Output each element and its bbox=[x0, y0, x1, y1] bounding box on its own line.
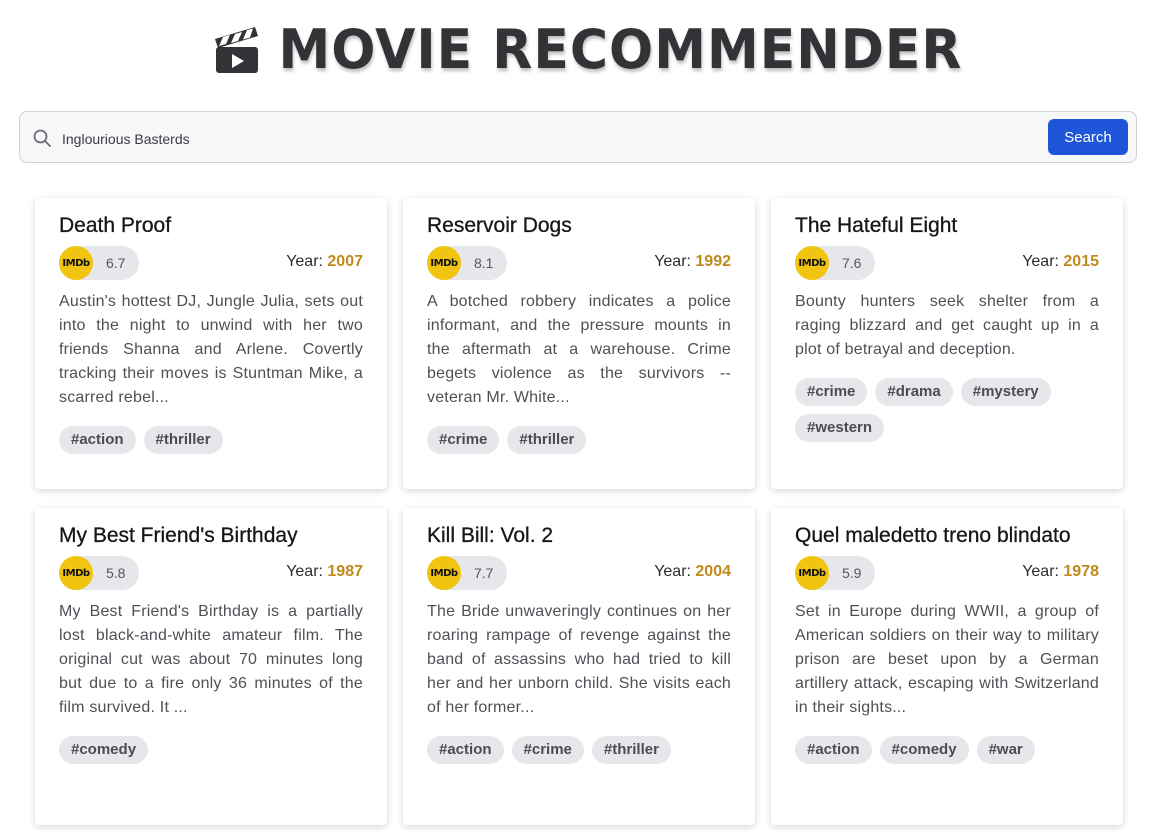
movie-card[interactable]: Quel maledetto treno blindato IMDb 5.9 Y… bbox=[771, 508, 1123, 825]
genre-tag[interactable]: #thriller bbox=[143, 426, 223, 454]
genre-tag[interactable]: #western bbox=[795, 414, 885, 442]
rating-badge: IMDb 6.7 bbox=[59, 246, 139, 280]
tag-list: #crime #thriller bbox=[427, 426, 731, 454]
year-prefix: Year: bbox=[654, 253, 696, 270]
movie-meta: IMDb 5.8 Year: 1987 bbox=[59, 556, 363, 590]
rating-value: 7.7 bbox=[474, 565, 494, 581]
year-value: 1992 bbox=[695, 253, 731, 270]
tag-list: #action #crime #thriller bbox=[427, 736, 731, 764]
rating-badge: IMDb 5.8 bbox=[59, 556, 139, 590]
genre-tag[interactable]: #drama bbox=[875, 378, 953, 406]
year-label: Year: 1978 bbox=[1022, 563, 1099, 581]
year-value: 2007 bbox=[327, 253, 363, 270]
year-prefix: Year: bbox=[654, 563, 696, 580]
movie-card[interactable]: Reservoir Dogs IMDb 8.1 Year: 1992 A bot… bbox=[403, 198, 755, 489]
year-prefix: Year: bbox=[1022, 253, 1064, 270]
year-value: 2015 bbox=[1063, 253, 1099, 270]
search-button[interactable]: Search bbox=[1048, 119, 1128, 155]
movie-card[interactable]: The Hateful Eight IMDb 7.6 Year: 2015 Bo… bbox=[771, 198, 1123, 489]
year-label: Year: 1987 bbox=[286, 563, 363, 581]
genre-tag[interactable]: #comedy bbox=[59, 736, 149, 764]
movie-description: Austin's hottest DJ, Jungle Julia, sets … bbox=[59, 293, 363, 406]
genre-tag[interactable]: #war bbox=[976, 736, 1035, 764]
app-header: MOVIE RECOMMENDER bbox=[0, 18, 1175, 82]
year-label: Year: 2015 bbox=[1022, 253, 1099, 271]
clapperboard-icon bbox=[214, 27, 258, 73]
year-value: 1987 bbox=[327, 563, 363, 580]
movie-description: The Bride unwaveringly continues on her … bbox=[427, 603, 731, 716]
rating-badge: IMDb 8.1 bbox=[427, 246, 507, 280]
genre-tag[interactable]: #action bbox=[795, 736, 872, 764]
imdb-icon: IMDb bbox=[795, 246, 829, 280]
rating-badge: IMDb 7.7 bbox=[427, 556, 507, 590]
imdb-icon: IMDb bbox=[427, 556, 461, 590]
search-input[interactable] bbox=[60, 122, 1024, 156]
movie-meta: IMDb 5.9 Year: 1978 bbox=[795, 556, 1099, 590]
year-label: Year: 2004 bbox=[654, 563, 731, 581]
search-icon bbox=[33, 129, 51, 147]
movie-description: Set in Europe during WWII, a group of Am… bbox=[795, 603, 1099, 716]
movie-title: Reservoir Dogs bbox=[427, 214, 572, 237]
movie-title: Quel maledetto treno blindato bbox=[795, 524, 1071, 547]
year-prefix: Year: bbox=[1022, 563, 1064, 580]
movie-card[interactable]: Kill Bill: Vol. 2 IMDb 7.7 Year: 2004 Th… bbox=[403, 508, 755, 825]
tag-list: #crime #drama #mystery #western bbox=[795, 378, 1099, 442]
genre-tag[interactable]: #comedy bbox=[879, 736, 969, 764]
rating-value: 5.8 bbox=[106, 565, 126, 581]
imdb-icon: IMDb bbox=[427, 246, 461, 280]
app-title: MOVIE RECOMMENDER bbox=[278, 18, 963, 82]
year-prefix: Year: bbox=[286, 563, 328, 580]
genre-tag[interactable]: #crime bbox=[795, 378, 868, 406]
tag-list: #comedy bbox=[59, 736, 363, 764]
genre-tag[interactable]: #action bbox=[59, 426, 136, 454]
tag-list: #action #thriller bbox=[59, 426, 363, 454]
movie-description: My Best Friend's Birthday is a partially… bbox=[59, 603, 363, 716]
year-label: Year: 1992 bbox=[654, 253, 731, 271]
year-prefix: Year: bbox=[286, 253, 328, 270]
year-label: Year: 2007 bbox=[286, 253, 363, 271]
rating-badge: IMDb 7.6 bbox=[795, 246, 875, 280]
movie-title: My Best Friend's Birthday bbox=[59, 524, 298, 547]
movie-card[interactable]: My Best Friend's Birthday IMDb 5.8 Year:… bbox=[35, 508, 387, 825]
genre-tag[interactable]: #mystery bbox=[960, 378, 1051, 406]
search-bar: Search bbox=[19, 111, 1137, 163]
movie-card[interactable]: Death Proof IMDb 6.7 Year: 2007 Austin's… bbox=[35, 198, 387, 489]
genre-tag[interactable]: #action bbox=[427, 736, 504, 764]
genre-tag[interactable]: #thriller bbox=[591, 736, 671, 764]
movie-meta: IMDb 7.7 Year: 2004 bbox=[427, 556, 731, 590]
rating-badge: IMDb 5.9 bbox=[795, 556, 875, 590]
year-value: 2004 bbox=[695, 563, 731, 580]
movie-meta: IMDb 8.1 Year: 1992 bbox=[427, 246, 731, 280]
rating-value: 7.6 bbox=[842, 255, 862, 271]
tag-list: #action #comedy #war bbox=[795, 736, 1099, 764]
imdb-icon: IMDb bbox=[795, 556, 829, 590]
movie-title: Kill Bill: Vol. 2 bbox=[427, 524, 554, 547]
rating-value: 5.9 bbox=[842, 565, 862, 581]
rating-value: 8.1 bbox=[474, 255, 494, 271]
imdb-icon: IMDb bbox=[59, 246, 93, 280]
genre-tag[interactable]: #crime bbox=[427, 426, 500, 454]
genre-tag[interactable]: #crime bbox=[511, 736, 584, 764]
year-value: 1978 bbox=[1063, 563, 1099, 580]
movie-meta: IMDb 7.6 Year: 2015 bbox=[795, 246, 1099, 280]
movie-title: Death Proof bbox=[59, 214, 172, 237]
movie-meta: IMDb 6.7 Year: 2007 bbox=[59, 246, 363, 280]
movie-title: The Hateful Eight bbox=[795, 214, 958, 237]
rating-value: 6.7 bbox=[106, 255, 126, 271]
genre-tag[interactable]: #thriller bbox=[507, 426, 587, 454]
imdb-icon: IMDb bbox=[59, 556, 93, 590]
movie-description: A botched robbery indicates a police inf… bbox=[427, 293, 731, 406]
movie-description: Bounty hunters seek shelter from a ragin… bbox=[795, 293, 1099, 358]
